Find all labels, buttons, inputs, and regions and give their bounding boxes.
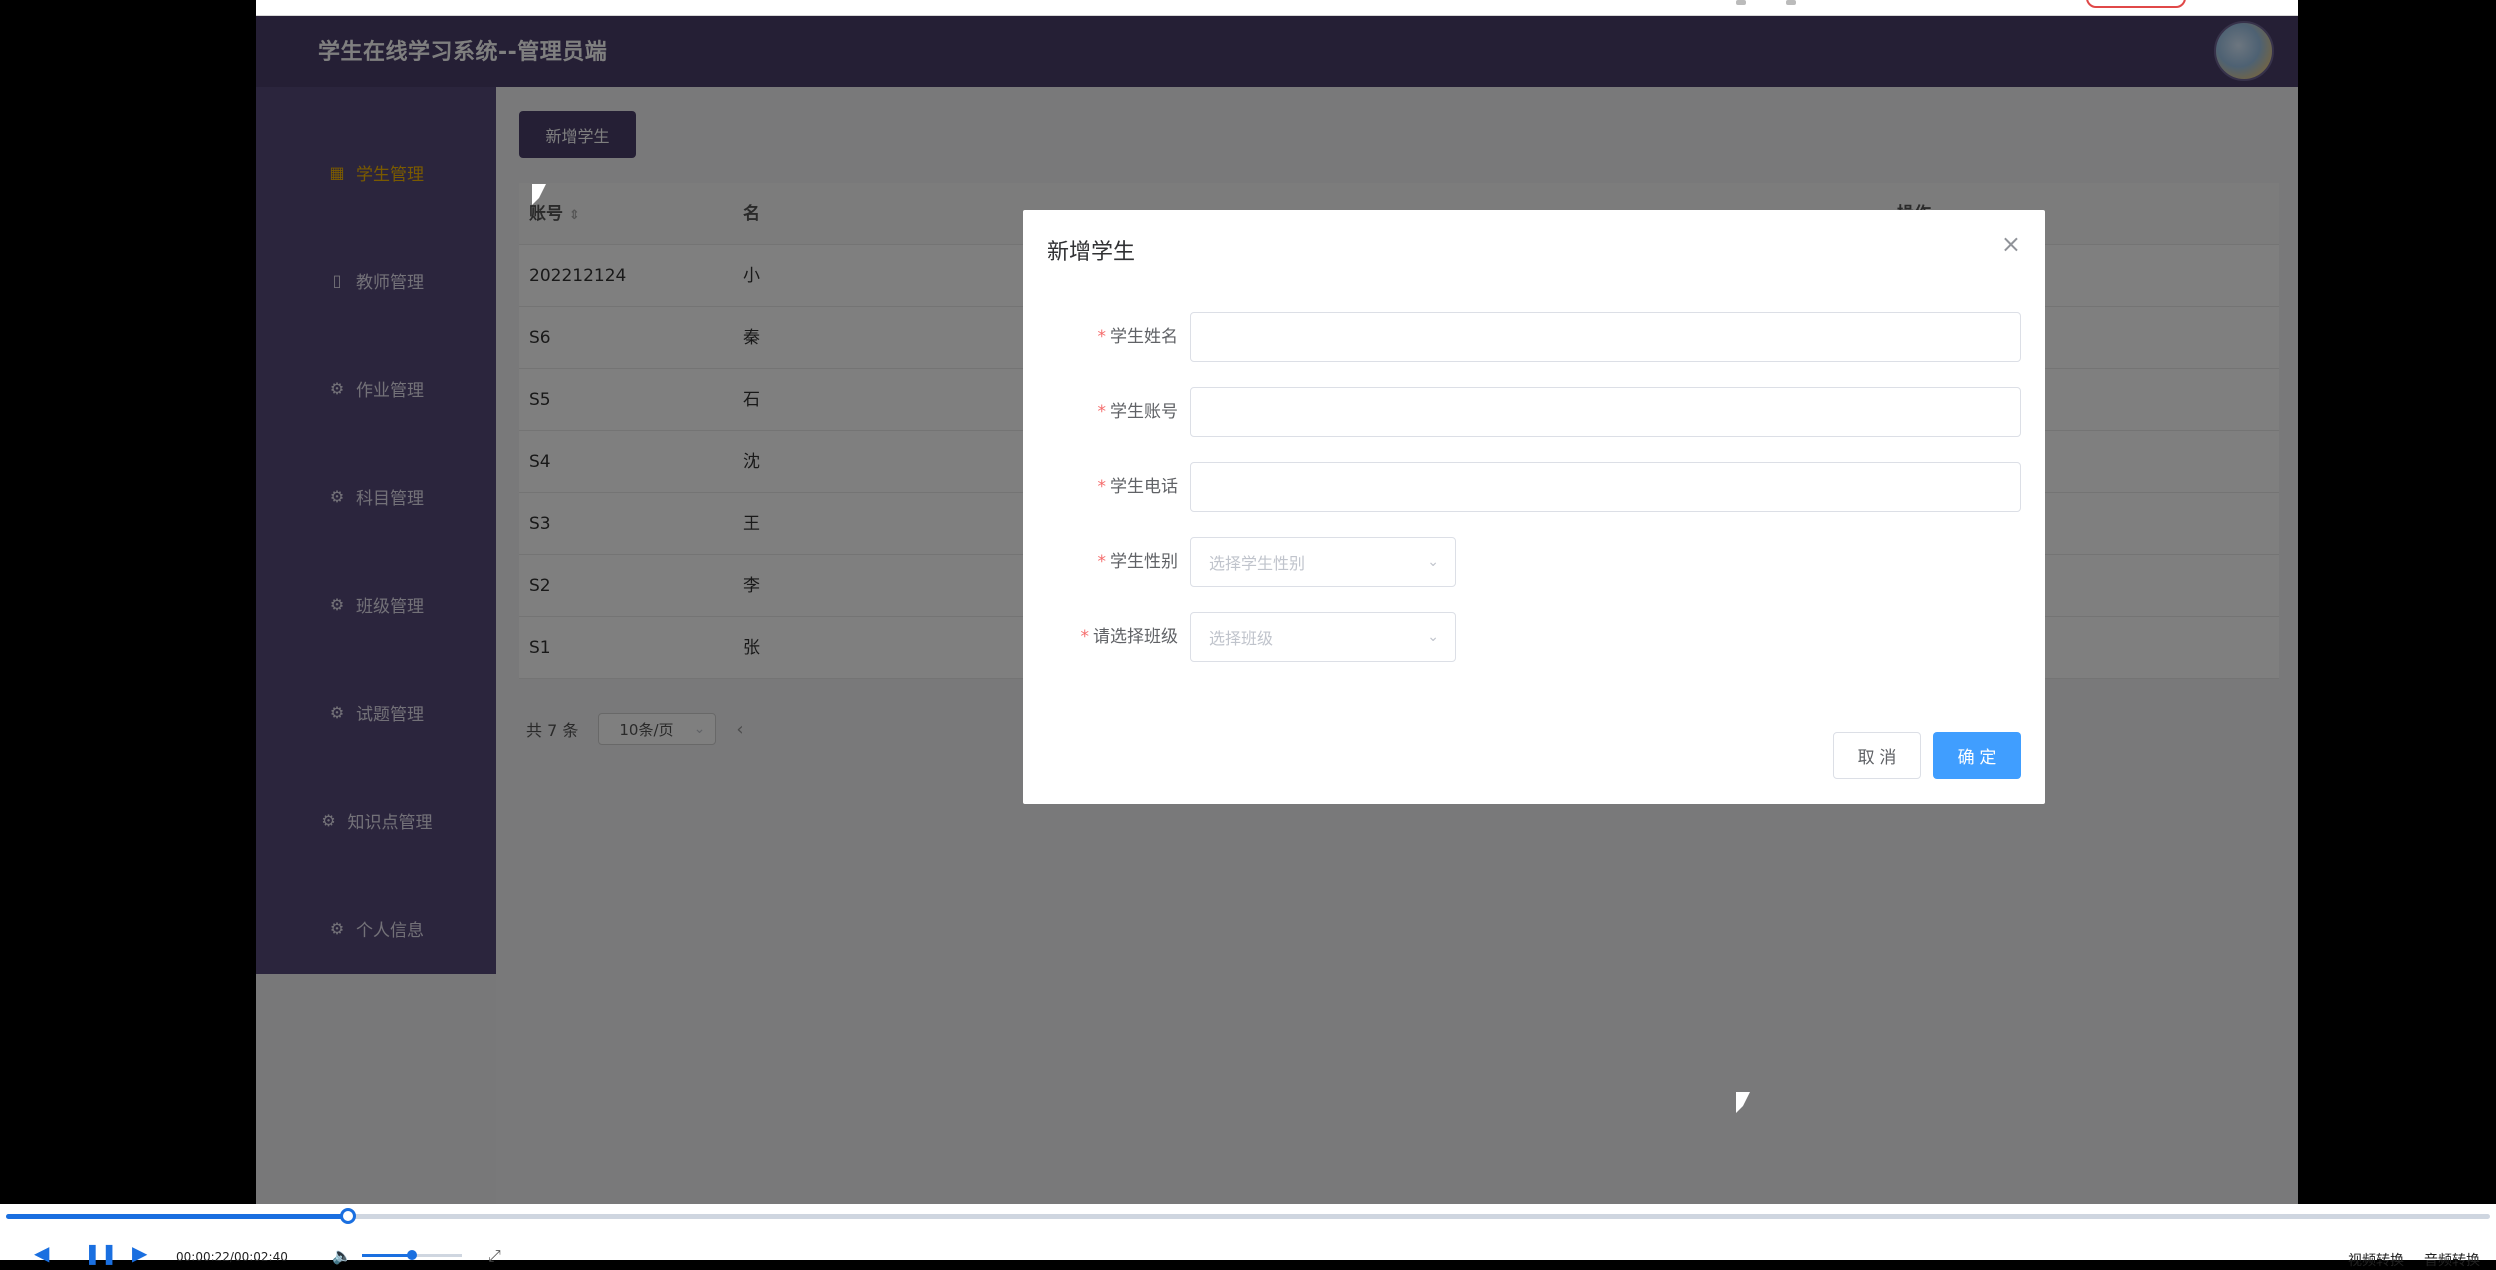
class-label: * 请选择班级 [1080, 627, 1179, 647]
mouse-cursor [532, 184, 546, 205]
close-icon[interactable]: × [2001, 230, 2021, 258]
forward-icon[interactable]: ▶ [132, 1243, 147, 1263]
record-indicator [2086, 0, 2186, 8]
gender-placeholder: 选择学生性别 [1209, 554, 1306, 573]
form-row-class: * 请选择班级 选择班级 ⌄ [1023, 612, 2045, 662]
video-player-bar: ◀ ❚❚ ▶ 00:00:22/00:02:40 🔈 ⤢ 视频转换 音频转换 [0, 1204, 2496, 1269]
audio-convert-link[interactable]: 音频转换 [2424, 1250, 2480, 1270]
fullscreen-icon[interactable]: ⤢ [488, 1246, 501, 1266]
class-select[interactable]: 选择班级 ⌄ [1190, 612, 1456, 662]
pause-icon[interactable]: ❚❚ [84, 1243, 118, 1263]
volume-fill [362, 1254, 412, 1257]
playback-time: 00:00:22/00:02:40 [176, 1250, 288, 1264]
admin-app: 学生在线学习系统--管理员端 ▦ 学生管理 ▯ 教师管理 ⚙ 作业管理 ⚙ 科目… [256, 16, 2298, 1204]
toolbar-icon[interactable] [1786, 0, 1796, 5]
rewind-icon[interactable]: ◀ [34, 1243, 49, 1263]
player-links: 视频转换 音频转换 [2348, 1250, 2480, 1270]
progress-handle[interactable] [339, 1208, 356, 1224]
chevron-down-icon: ⌄ [1427, 554, 1439, 570]
account-label: * 学生账号 [1097, 402, 1179, 422]
gender-select[interactable]: 选择学生性别 ⌄ [1190, 537, 1456, 587]
progress-fill [6, 1214, 348, 1219]
gender-label: * 学生性别 [1097, 552, 1179, 572]
mouse-cursor [1736, 1092, 1750, 1113]
add-student-dialog: 新增学生 × * 学生姓名 * 学生账号 * 学生电话 * 学生性别 选择学生性别 ⌄ [1023, 210, 2045, 804]
student-account-input[interactable] [1190, 387, 2021, 437]
form-row-name: * 学生姓名 [1023, 312, 2045, 362]
chevron-down-icon: ⌄ [1427, 629, 1439, 645]
confirm-button[interactable]: 确 定 [1933, 732, 2021, 779]
name-label: * 学生姓名 [1097, 327, 1179, 347]
form-row-account: * 学生账号 [1023, 387, 2045, 437]
screen: 学生在线学习系统--管理员端 ▦ 学生管理 ▯ 教师管理 ⚙ 作业管理 ⚙ 科目… [0, 0, 2496, 1269]
progress-bar[interactable] [6, 1208, 2490, 1224]
dialog-title: 新增学生 [1047, 240, 1136, 265]
student-name-input[interactable] [1190, 312, 2021, 362]
class-placeholder: 选择班级 [1209, 629, 1274, 648]
phone-label: * 学生电话 [1097, 477, 1179, 497]
form-row-phone: * 学生电话 [1023, 462, 2045, 512]
cancel-button[interactable]: 取 消 [1833, 732, 1921, 779]
browser-toolbar [256, 0, 2298, 16]
form-row-gender: * 学生性别 选择学生性别 ⌄ [1023, 537, 2045, 587]
volume-handle[interactable] [407, 1250, 417, 1260]
student-phone-input[interactable] [1190, 462, 2021, 512]
volume-icon[interactable]: 🔈 [332, 1246, 352, 1265]
toolbar-icon[interactable] [1736, 0, 1746, 5]
volume-slider[interactable] [362, 1250, 462, 1260]
video-convert-link[interactable]: 视频转换 [2348, 1250, 2404, 1270]
